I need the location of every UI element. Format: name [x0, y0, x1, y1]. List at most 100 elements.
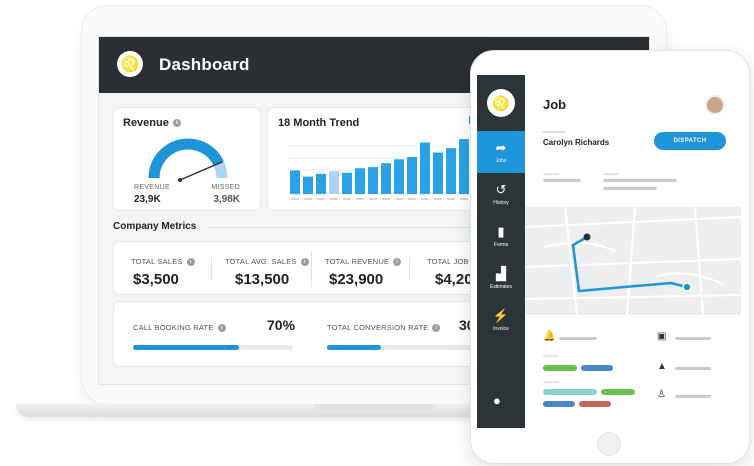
progress-fill	[327, 345, 382, 350]
dispatch-button[interactable]: DISPATCH	[654, 132, 726, 150]
placeholder-line	[603, 173, 619, 175]
person-icon: ♙	[657, 389, 666, 400]
revenue-value: 23,9K	[134, 194, 161, 205]
metric-divider	[211, 257, 212, 281]
nav-item-forms[interactable]: ▮ Forms	[477, 215, 525, 257]
metric-label-avg-sales: TOTAL AVG. SALES i	[225, 257, 309, 267]
tick-label	[369, 198, 377, 200]
conversion-progress	[327, 345, 487, 350]
info-icon[interactable]: i	[393, 258, 402, 267]
revenue-card[interactable]: Revenue i REVENUE 23,9K MISSED 3,98K	[113, 107, 261, 211]
tag-pill	[543, 389, 597, 395]
nav-label: Estimates	[490, 283, 512, 290]
chat-icon: ▣	[657, 331, 667, 342]
forms-icon: ▮	[497, 223, 505, 239]
invoice-icon: ⚡	[492, 307, 510, 323]
placeholder-line	[543, 179, 581, 182]
page-title: Dashboard	[159, 55, 250, 74]
tag-pill	[543, 401, 575, 407]
user-avatar[interactable]	[705, 95, 725, 115]
tablet-screen: ♌ ➦ Jobs ↺ History ▮ Forms ▟ Estimates ⚡ Invo…	[477, 75, 741, 428]
info-icon[interactable]: i	[217, 324, 226, 333]
section-title: Company Metrics	[113, 221, 197, 232]
job-title: Job	[543, 97, 567, 112]
trend-bar	[420, 142, 430, 194]
trend-bar	[342, 172, 352, 194]
gauge-hub	[178, 178, 182, 182]
lion-logo-icon[interactable]: ♌	[117, 51, 143, 77]
info-icon[interactable]: i	[186, 258, 195, 267]
nav-item-jobs[interactable]: ➦ Jobs	[477, 131, 525, 173]
route-map[interactable]	[525, 207, 741, 315]
tag-pill	[543, 365, 577, 371]
tick-label	[408, 198, 416, 200]
placeholder-line	[675, 395, 711, 398]
trend-bar	[316, 173, 326, 194]
placeholder-line	[543, 355, 559, 357]
nav-label: History	[493, 199, 509, 206]
laptop-notch	[314, 404, 436, 410]
nav-item-history[interactable]: ↺ History	[477, 173, 525, 215]
tick-label	[304, 198, 312, 200]
placeholder-line	[603, 179, 677, 182]
tick-label	[460, 198, 468, 200]
trend-card[interactable]: 18 Month Trend	[267, 107, 487, 211]
trend-bar-chart	[290, 139, 482, 200]
lion-logo-icon[interactable]: ♌	[487, 89, 515, 117]
trend-bar	[303, 176, 313, 194]
trend-bar	[381, 163, 391, 194]
tick-label	[343, 198, 351, 200]
rate-value-call-booking: 70%	[267, 317, 296, 333]
trend-bar	[394, 159, 404, 194]
placeholder-line	[559, 337, 597, 340]
nav-item-estimates[interactable]: ▟ Estimates	[477, 257, 525, 299]
revenue-label: REVENUE	[134, 184, 170, 191]
tick-label	[317, 198, 325, 200]
placeholder-line	[543, 381, 559, 383]
gauge-missed-arc	[213, 161, 228, 179]
missed-value: 3,98K	[213, 194, 240, 205]
nav-item-invoice[interactable]: ⚡ Invoice	[477, 299, 525, 341]
tablet-home-button[interactable]	[597, 432, 621, 456]
bell-icon: 🔔	[543, 331, 556, 342]
history-icon: ↺	[495, 181, 507, 197]
nav-label: Forms	[493, 241, 509, 248]
metric-label-total-sales: TOTAL SALES i	[131, 257, 195, 267]
placeholder-line	[603, 187, 657, 190]
jobs-icon: ➦	[495, 139, 507, 155]
tick-label	[382, 198, 390, 200]
trend-bar	[290, 170, 300, 194]
rate-label-call-booking: CALL BOOKING RATE i	[133, 323, 226, 333]
rate-label-conversion: TOTAL CONVERSION RATE i	[327, 323, 441, 333]
metric-value-total-sales: $3,500	[133, 271, 179, 288]
trend-bar	[368, 167, 378, 194]
placeholder-line	[675, 367, 711, 370]
metric-divider	[311, 251, 312, 287]
progress-fill	[133, 345, 239, 350]
placeholder-line	[543, 131, 565, 133]
tick-label	[330, 198, 338, 200]
tick-label	[447, 198, 455, 200]
trend-bar	[329, 171, 339, 194]
trend-bar	[446, 148, 456, 194]
placeholder-line	[543, 173, 559, 175]
metric-value-avg-sales: $13,500	[235, 271, 290, 288]
tick-label	[434, 198, 442, 200]
lock-icon: ▲	[657, 361, 667, 372]
call-booking-progress	[133, 345, 293, 350]
info-icon[interactable]: i	[300, 258, 309, 267]
metric-label-total-revenue: TOTAL REVENUE i	[325, 257, 402, 267]
trend-bar	[433, 152, 443, 194]
tick-label	[356, 198, 364, 200]
estimates-icon: ▟	[496, 265, 506, 281]
tag-pill	[581, 365, 613, 371]
metric-divider	[409, 257, 410, 281]
trend-bar	[459, 139, 469, 194]
customer-name: Carolyn Richards	[543, 138, 610, 147]
nav-label: Jobs	[495, 157, 507, 164]
search-icon[interactable]: ●	[493, 393, 501, 408]
tag-pill	[601, 389, 635, 395]
info-icon[interactable]: i	[432, 324, 441, 333]
nav-label: Invoice	[493, 325, 509, 332]
tablet-sidebar: ♌ ➦ Jobs ↺ History ▮ Forms ▟ Estimates ⚡ Invo…	[477, 75, 525, 428]
